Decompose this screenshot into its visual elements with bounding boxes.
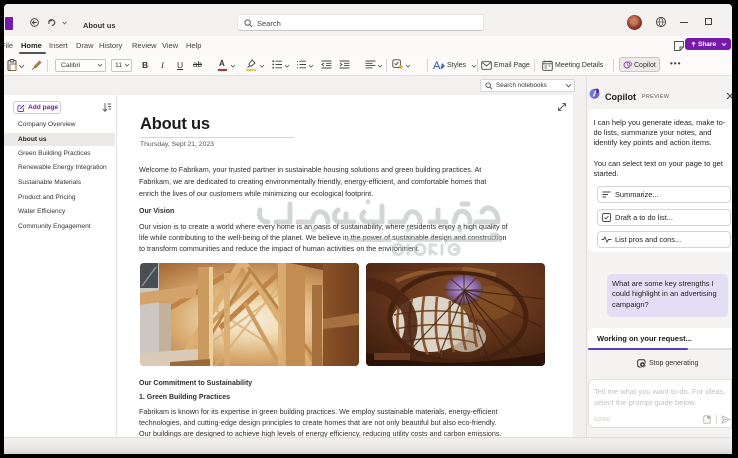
svg-text:A: A xyxy=(433,60,441,71)
